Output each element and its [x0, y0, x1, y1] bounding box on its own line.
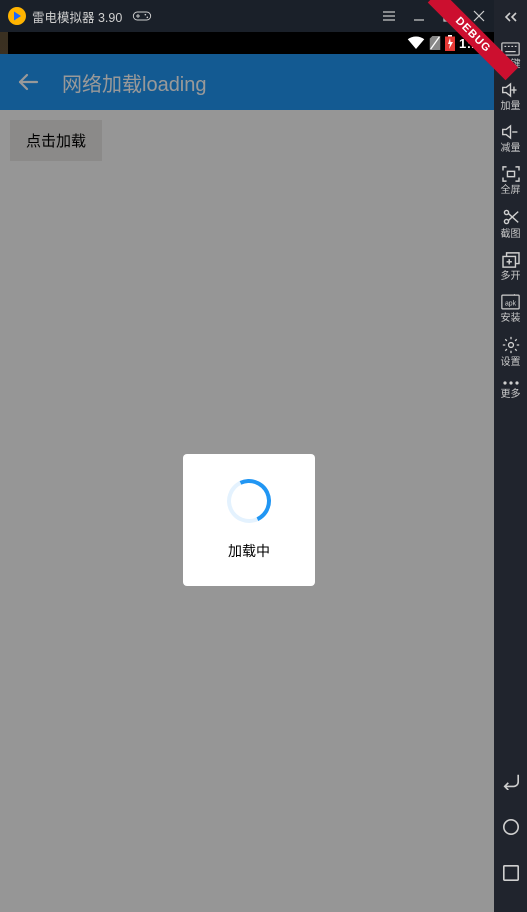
fullscreen-icon [502, 166, 520, 182]
gear-icon [502, 336, 520, 354]
phone-screen: DEBUG 1:20 网络加载loading [0, 32, 494, 912]
android-statusbar: DEBUG 1:20 [0, 32, 494, 54]
ldplayer-logo [8, 7, 26, 25]
spinner-icon [221, 473, 277, 529]
nav-back-icon [501, 772, 521, 790]
menu-icon[interactable] [374, 0, 404, 32]
sidebar-item-label: 截图 [501, 229, 521, 240]
sidebar-item-multiinstance[interactable]: 多开 [494, 252, 527, 282]
sidebar-item-label: 安装 [501, 313, 521, 324]
nav-recent-icon [502, 864, 520, 882]
emulator-sidebar: 按键 加量 减量 全屏 截图 多开 apk 安装 设置 [494, 0, 527, 912]
volume-down-icon [501, 124, 520, 140]
collapse-sidebar-button[interactable] [494, 4, 527, 30]
nav-recent-button[interactable] [494, 850, 527, 896]
sidebar-item-label: 加量 [501, 101, 521, 112]
loading-text: 加载中 [228, 541, 270, 561]
sidebar-item-label: 减量 [501, 143, 521, 154]
nav-back-button[interactable] [494, 758, 527, 804]
sidebar-item-settings[interactable]: 设置 [494, 336, 527, 368]
sidebar-item-volume-up[interactable]: 加量 [494, 82, 527, 112]
sidebar-item-label: 全屏 [501, 185, 521, 196]
sim-icon [429, 36, 441, 50]
sidebar-item-label: 设置 [501, 357, 521, 368]
sidebar-item-label: 多开 [501, 271, 521, 282]
wifi-icon [407, 36, 425, 50]
sidebar-item-label: 更多 [501, 389, 521, 400]
nav-home-button[interactable] [494, 804, 527, 850]
volume-up-icon [501, 82, 520, 98]
scissors-icon [502, 208, 520, 226]
sidebar-item-install[interactable]: apk 安装 [494, 294, 527, 324]
apk-install-icon: apk [501, 294, 520, 310]
battery-charging-icon [445, 35, 455, 51]
gamepad-icon[interactable] [132, 9, 152, 23]
more-icon [502, 380, 520, 386]
multi-instance-icon [502, 252, 520, 268]
loading-dialog: 加载中 [183, 454, 315, 586]
sidebar-item-volume-down[interactable]: 减量 [494, 124, 527, 154]
svg-text:apk: apk [505, 300, 517, 307]
window-title: 雷电模拟器 3.90 [32, 7, 122, 26]
android-nav-buttons [494, 758, 527, 912]
window-titlebar: 雷电模拟器 3.90 [0, 0, 494, 32]
sidebar-item-more[interactable]: 更多 [494, 380, 527, 400]
nav-home-icon [502, 818, 520, 836]
sidebar-item-screenshot[interactable]: 截图 [494, 208, 527, 240]
sidebar-item-fullscreen[interactable]: 全屏 [494, 166, 527, 196]
emulator-window: 雷电模拟器 3.90 [0, 0, 494, 912]
